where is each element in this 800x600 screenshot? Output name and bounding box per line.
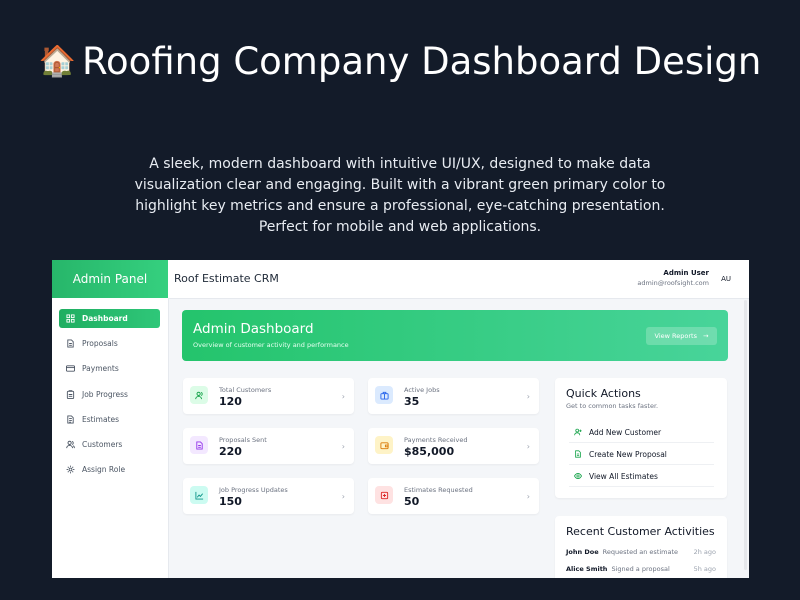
activity-customer: Alice Smith <box>566 565 608 573</box>
users-icon <box>66 440 75 449</box>
quick-actions-panel: Quick Actions Get to common tasks faster… <box>555 378 727 498</box>
activity-action: Requested an estimate <box>602 548 679 556</box>
stat-label: Total Customers <box>219 386 272 394</box>
page-subtitle: Overview of customer activity and perfor… <box>193 341 349 349</box>
sidebar-item-label: Dashboard <box>82 314 128 323</box>
user-name: Admin User <box>663 269 709 277</box>
users-icon <box>190 386 208 404</box>
activity-customer: John Doe <box>566 548 599 556</box>
stat-value: 150 <box>219 495 242 508</box>
stat-card-estimates-requested[interactable]: Estimates Requested 50 › <box>368 478 539 514</box>
page-title: Admin Dashboard <box>193 321 314 337</box>
activity-action: Signed a proposal <box>611 565 670 573</box>
stat-value: $85,000 <box>404 445 455 458</box>
house-icon: 🏠 <box>38 44 76 79</box>
add-new-customer-button[interactable]: Add New Customer <box>569 422 714 443</box>
hero-title: 🏠 Roofing Company Dashboard Design <box>38 40 762 83</box>
stat-label: Estimates Requested <box>404 486 473 494</box>
sidebar-item-label: Customers <box>82 440 123 449</box>
hero-description: A sleek, modern dashboard with intuitive… <box>134 156 666 235</box>
chevron-right-icon: › <box>526 492 530 501</box>
sidebar-item-assign-role[interactable]: Assign Role <box>59 460 160 479</box>
eye-icon <box>574 473 582 479</box>
sidebar-item-dashboard[interactable]: Dashboard <box>59 309 160 328</box>
admin-dashboard-banner: Admin Dashboard Overview of customer act… <box>182 310 728 361</box>
arrow-right-icon: → <box>702 332 709 340</box>
list-item: Alice Smith Signed a proposal 5h ago <box>566 565 716 573</box>
stat-value: 50 <box>404 495 420 508</box>
stat-card-payments-received[interactable]: Payments Received $85,000 › <box>368 428 539 464</box>
quick-actions-title: Quick Actions <box>566 387 641 400</box>
view-all-estimates-button[interactable]: View All Estimates <box>569 466 714 487</box>
scrollbar[interactable] <box>744 300 747 570</box>
document-icon <box>67 339 74 348</box>
recent-activities-panel: Recent Customer Activities John Doe Reque… <box>555 516 727 578</box>
file-icon <box>67 415 74 424</box>
list-item: John Doe Requested an estimate 2h ago <box>566 548 716 556</box>
app-title: Roof Estimate CRM <box>174 272 279 285</box>
avatar[interactable]: AU <box>721 275 731 283</box>
user-plus-icon <box>574 428 582 436</box>
stat-card-active-jobs[interactable]: Active Jobs 35 › <box>368 378 539 414</box>
credit-card-icon <box>66 365 75 372</box>
stat-value: 220 <box>219 445 242 458</box>
view-reports-button[interactable]: View Reports → <box>646 327 717 345</box>
sidebar-item-label: Payments <box>82 364 119 373</box>
stat-card-job-progress-updates[interactable]: Job Progress Updates 150 › <box>183 478 354 514</box>
chevron-right-icon: › <box>341 442 345 451</box>
wallet-icon <box>375 436 393 454</box>
recent-activities-title: Recent Customer Activities <box>566 525 715 538</box>
clipboard-icon <box>66 390 75 399</box>
stat-label: Job Progress Updates <box>219 486 288 494</box>
chevron-right-icon: › <box>526 442 530 451</box>
grid-icon <box>66 314 75 323</box>
stat-value: 120 <box>219 395 242 408</box>
user-email: admin@roofsight.com <box>637 279 709 287</box>
chart-icon <box>190 486 208 504</box>
activity-time: 5h ago <box>693 565 716 573</box>
document-icon <box>575 450 581 458</box>
sidebar-item-label: Job Progress <box>82 390 128 399</box>
sidebar-item-payments[interactable]: Payments <box>59 359 160 378</box>
top-bar: Roof Estimate CRM Admin User admin@roofs… <box>168 260 749 299</box>
sidebar-item-label: Assign Role <box>82 465 126 474</box>
chevron-right-icon: › <box>341 392 345 401</box>
stat-card-proposals-sent[interactable]: Proposals Sent 220 › <box>183 428 354 464</box>
sidebar-item-label: Proposals <box>82 339 118 348</box>
chevron-right-icon: › <box>526 392 530 401</box>
gear-icon <box>66 465 75 474</box>
sidebar-item-job-progress[interactable]: Job Progress <box>59 385 160 404</box>
document-icon <box>190 436 208 454</box>
sidebar-item-customers[interactable]: Customers <box>59 435 160 454</box>
quick-actions-subtitle: Get to common tasks faster. <box>566 402 659 410</box>
sidebar-item-proposals[interactable]: Proposals <box>59 334 160 353</box>
stat-label: Active Jobs <box>404 386 440 394</box>
dashboard-window: Admin Panel Roof Estimate CRM Admin User… <box>52 260 749 578</box>
sidebar-item-estimates[interactable]: Estimates <box>59 410 160 429</box>
create-new-proposal-button[interactable]: Create New Proposal <box>569 444 714 465</box>
brand-logo[interactable]: Admin Panel <box>52 260 168 298</box>
activity-time: 2h ago <box>693 548 716 556</box>
stat-label: Proposals Sent <box>219 436 267 444</box>
briefcase-icon <box>375 386 393 404</box>
stat-value: 35 <box>404 395 420 408</box>
chevron-right-icon: › <box>341 492 345 501</box>
stat-label: Payments Received <box>404 436 468 444</box>
stat-card-total-customers[interactable]: Total Customers 120 › <box>183 378 354 414</box>
plus-square-icon <box>375 486 393 504</box>
sidebar: Dashboard Proposals Payments Job Progres… <box>52 298 169 578</box>
sidebar-item-label: Estimates <box>82 415 120 424</box>
